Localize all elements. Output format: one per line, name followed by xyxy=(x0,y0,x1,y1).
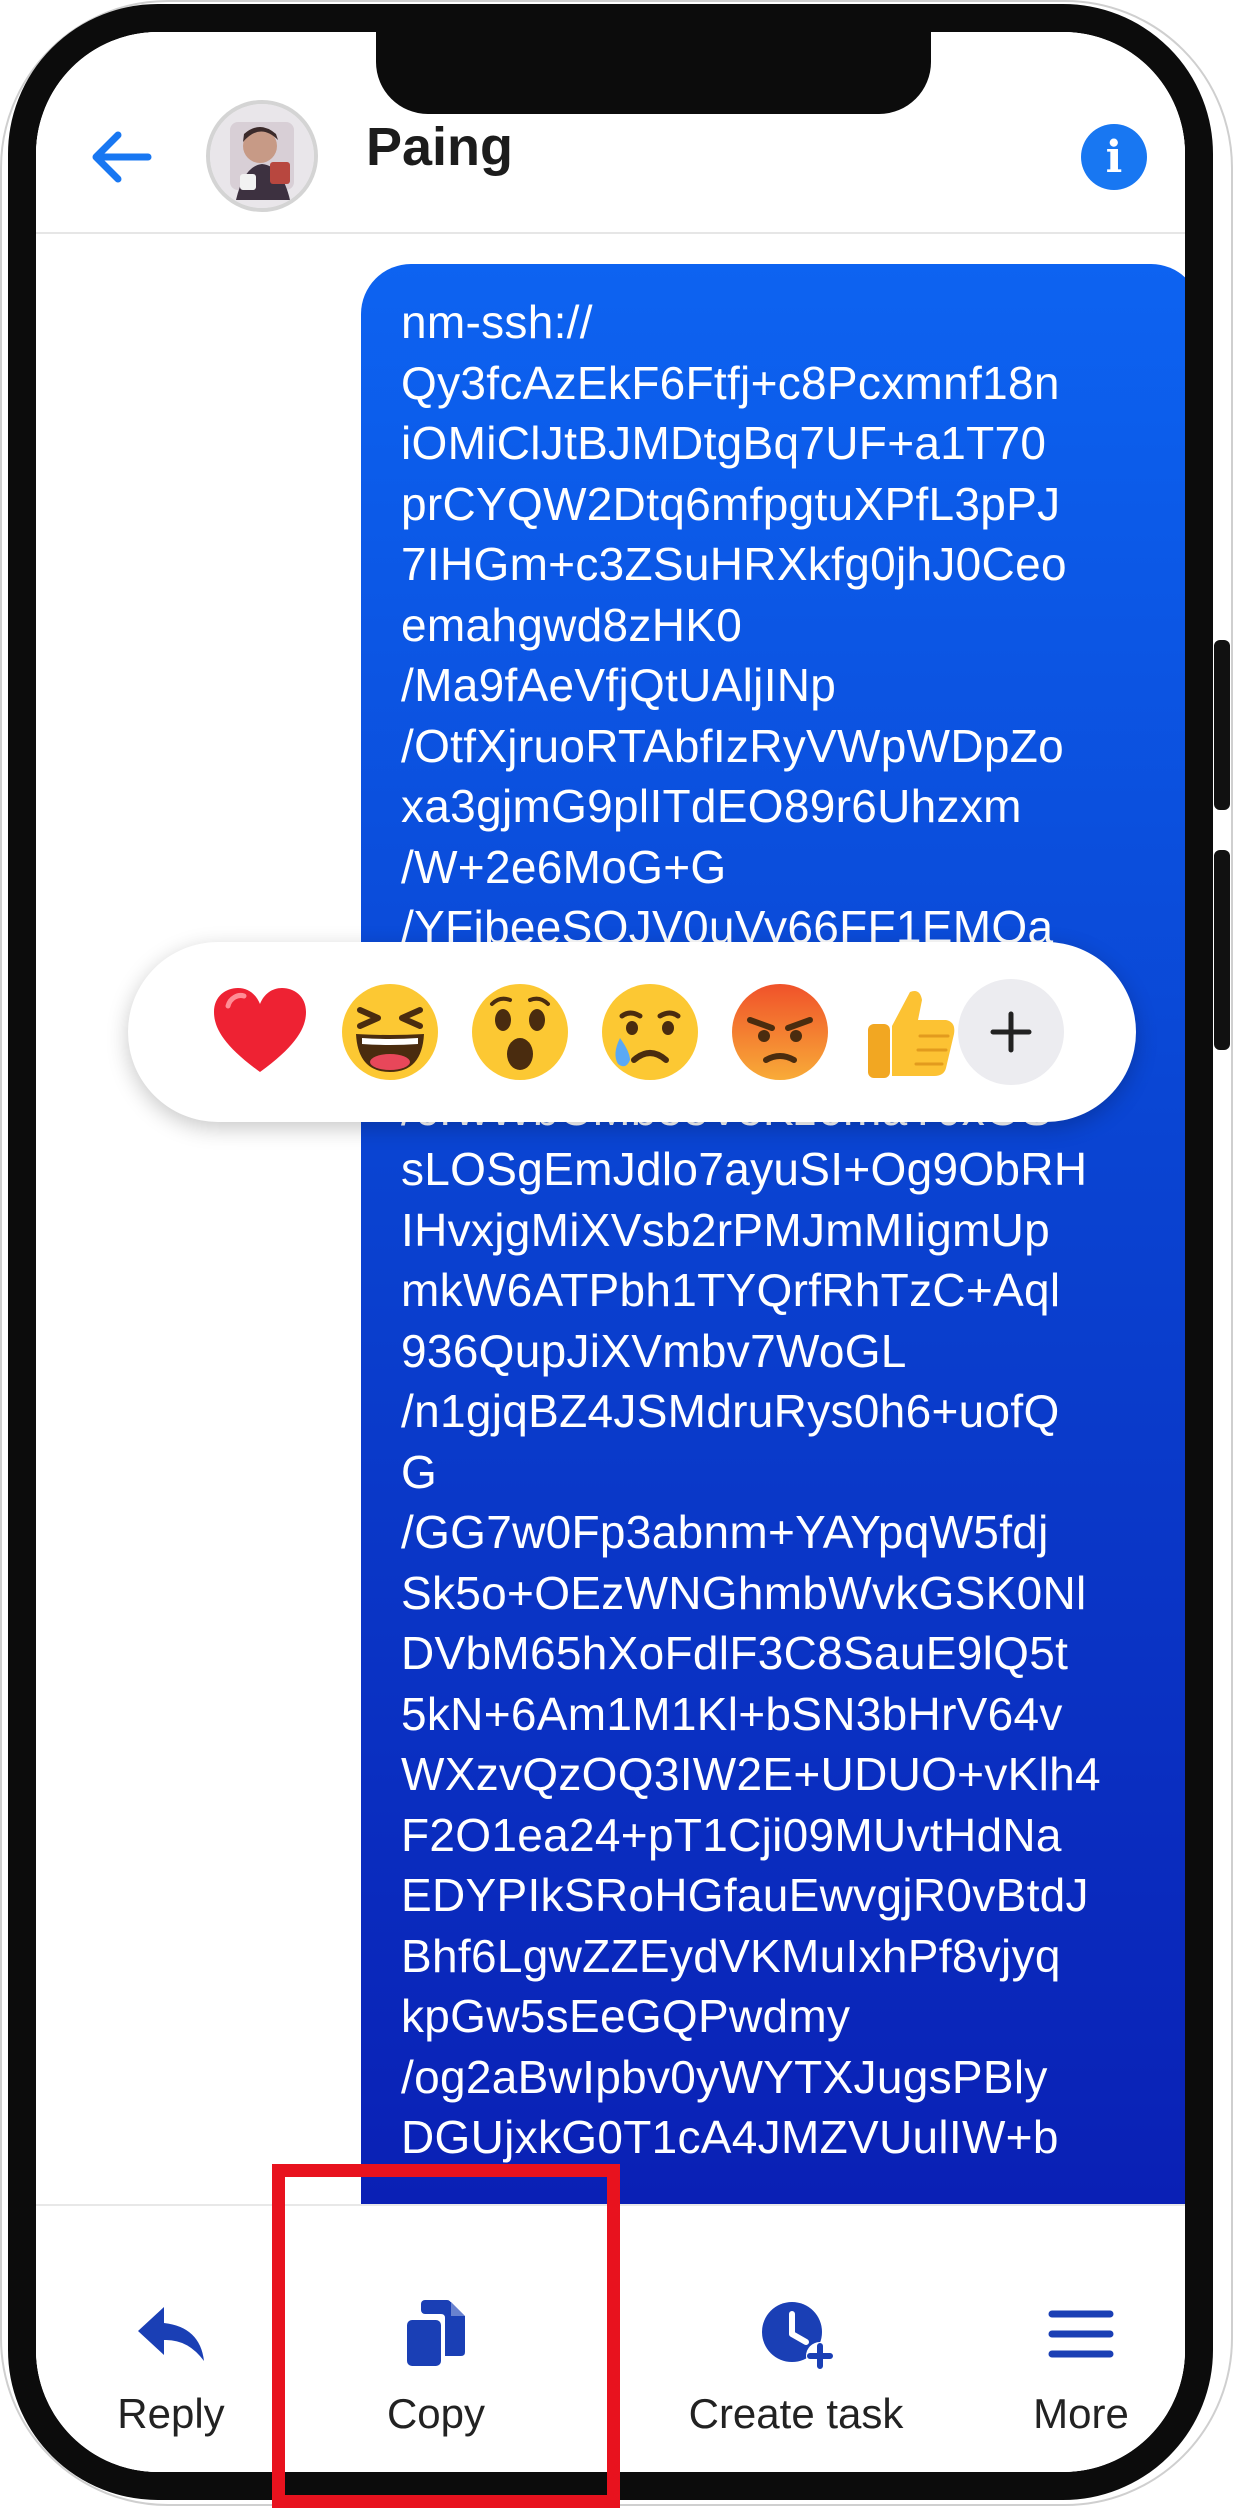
phone-frame: Paing i nm-ssh:// Qy3fcAzEkF6Ftfj+c8Pcxm… xyxy=(8,4,1213,2500)
reaction-like[interactable] xyxy=(858,980,962,1084)
reply-label: Reply xyxy=(117,2390,225,2437)
create-task-button[interactable]: Create task xyxy=(651,2206,941,2472)
reaction-heart[interactable] xyxy=(208,980,312,1084)
angry-face-icon xyxy=(732,984,828,1080)
heart-icon xyxy=(214,988,306,1072)
reaction-sad[interactable] xyxy=(598,980,702,1084)
phone-notch xyxy=(376,32,931,114)
create-task-label: Create task xyxy=(688,2390,904,2437)
chat-screen: Paing i nm-ssh:// Qy3fcAzEkF6Ftfj+c8Pcxm… xyxy=(36,32,1185,2472)
volume-button xyxy=(1214,640,1230,810)
reaction-angry[interactable] xyxy=(728,980,832,1084)
surprised-face-icon xyxy=(472,984,568,1080)
reply-icon xyxy=(138,2307,204,2361)
contact-name[interactable]: Paing xyxy=(366,116,513,178)
menu-icon xyxy=(1048,2310,1114,2358)
back-arrow-icon xyxy=(92,131,152,183)
reaction-bar xyxy=(128,942,1136,1122)
message-text: nm-ssh:// Qy3fcAzEkF6Ftfj+c8Pcxmnf18n iO… xyxy=(401,296,1101,2163)
thumbs-up-icon xyxy=(868,991,955,1078)
crying-face-icon xyxy=(602,984,698,1080)
info-button[interactable]: i xyxy=(1081,124,1147,190)
reaction-more-button[interactable] xyxy=(958,979,1064,1085)
info-icon: i xyxy=(1105,131,1123,183)
reaction-laugh[interactable] xyxy=(338,980,442,1084)
reaction-wow[interactable] xyxy=(468,980,572,1084)
create-task-icon xyxy=(762,2302,834,2370)
reply-button[interactable]: Reply xyxy=(76,2206,266,2472)
back-button[interactable] xyxy=(81,117,161,197)
message-bubble[interactable]: nm-ssh:// Qy3fcAzEkF6Ftfj+c8Pcxmnf18n iO… xyxy=(361,264,1185,2234)
profile-photo xyxy=(210,104,314,208)
more-label: More xyxy=(1033,2390,1129,2437)
power-button xyxy=(1214,850,1230,1050)
avatar[interactable] xyxy=(206,100,318,212)
copy-highlight-box xyxy=(272,2164,620,2508)
more-button[interactable]: More xyxy=(996,2206,1166,2472)
plus-icon xyxy=(990,1011,1032,1053)
laughing-face-icon xyxy=(342,984,438,1080)
